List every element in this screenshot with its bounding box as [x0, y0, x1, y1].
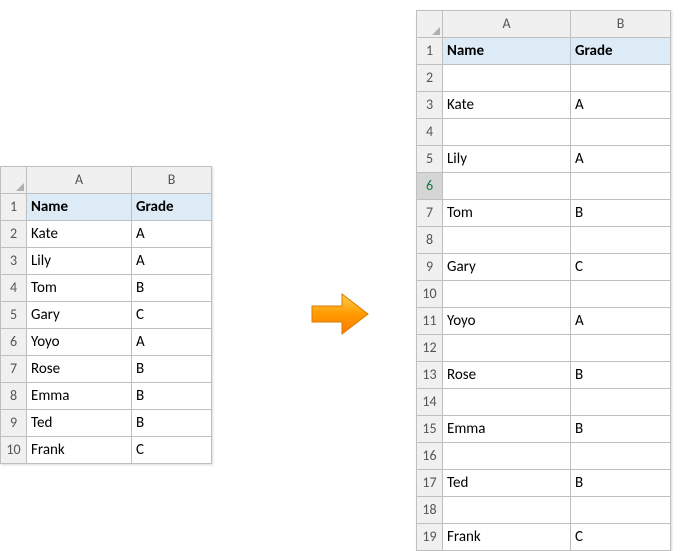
- cell-name[interactable]: Yoyo: [27, 329, 132, 356]
- arrow-right-icon: [310, 292, 370, 336]
- row-header[interactable]: 3: [417, 92, 443, 119]
- cell-grade[interactable]: [571, 173, 671, 200]
- row-header[interactable]: 4: [417, 119, 443, 146]
- cell-name[interactable]: Ted: [27, 410, 132, 437]
- cell-name[interactable]: Kate: [27, 221, 132, 248]
- row-header[interactable]: 6: [417, 173, 443, 200]
- cell-name[interactable]: Rose: [443, 362, 571, 389]
- row-header[interactable]: 10: [417, 281, 443, 308]
- spreadsheet-before: A B 1 Name Grade 2KateA 3LilyA 4TomB 5Ga…: [0, 166, 212, 464]
- cell-grade[interactable]: A: [571, 308, 671, 335]
- row-header[interactable]: 6: [1, 329, 27, 356]
- cell-grade[interactable]: A: [132, 248, 212, 275]
- row-header[interactable]: 15: [417, 416, 443, 443]
- row-header[interactable]: 9: [417, 254, 443, 281]
- row-header[interactable]: 1: [417, 38, 443, 65]
- cell-grade[interactable]: B: [571, 362, 671, 389]
- row-header[interactable]: 5: [417, 146, 443, 173]
- cell-grade[interactable]: C: [132, 302, 212, 329]
- cell-grade[interactable]: [571, 443, 671, 470]
- row-header[interactable]: 12: [417, 335, 443, 362]
- select-all-corner[interactable]: [1, 167, 27, 194]
- cell-name[interactable]: [443, 227, 571, 254]
- header-name[interactable]: Name: [443, 38, 571, 65]
- row-header[interactable]: 17: [417, 470, 443, 497]
- row-header[interactable]: 10: [1, 437, 27, 464]
- row-header[interactable]: 8: [1, 383, 27, 410]
- col-header-b[interactable]: B: [132, 167, 212, 194]
- row-header[interactable]: 4: [1, 275, 27, 302]
- col-header-b[interactable]: B: [571, 11, 671, 38]
- col-header-a[interactable]: A: [443, 11, 571, 38]
- cell-name[interactable]: Emma: [443, 416, 571, 443]
- cell-grade[interactable]: [571, 335, 671, 362]
- cell-name[interactable]: Lily: [27, 248, 132, 275]
- cell-name[interactable]: Tom: [27, 275, 132, 302]
- cell-name[interactable]: Yoyo: [443, 308, 571, 335]
- cell-name[interactable]: [443, 443, 571, 470]
- row-header[interactable]: 11: [417, 308, 443, 335]
- cell-grade[interactable]: A: [571, 146, 671, 173]
- row-header[interactable]: 2: [1, 221, 27, 248]
- cell-name[interactable]: Frank: [443, 524, 571, 551]
- cell-grade[interactable]: C: [132, 437, 212, 464]
- cell-name[interactable]: Lily: [443, 146, 571, 173]
- header-grade[interactable]: Grade: [571, 38, 671, 65]
- cell-grade[interactable]: B: [132, 383, 212, 410]
- cell-grade[interactable]: [571, 281, 671, 308]
- select-all-corner[interactable]: [417, 11, 443, 38]
- row-header[interactable]: 19: [417, 524, 443, 551]
- row-header[interactable]: 13: [417, 362, 443, 389]
- cell-grade[interactable]: B: [571, 416, 671, 443]
- row-header[interactable]: 14: [417, 389, 443, 416]
- cell-grade[interactable]: C: [571, 254, 671, 281]
- row-header[interactable]: 8: [417, 227, 443, 254]
- cell-grade[interactable]: B: [132, 356, 212, 383]
- cell-grade[interactable]: A: [132, 329, 212, 356]
- cell-name[interactable]: Frank: [27, 437, 132, 464]
- cell-name[interactable]: [443, 497, 571, 524]
- cell-name[interactable]: [443, 119, 571, 146]
- cell-name[interactable]: [443, 173, 571, 200]
- cell-name[interactable]: Gary: [27, 302, 132, 329]
- row-header[interactable]: 5: [1, 302, 27, 329]
- cell-name[interactable]: Rose: [27, 356, 132, 383]
- cell-name[interactable]: Ted: [443, 470, 571, 497]
- cell-grade[interactable]: C: [571, 524, 671, 551]
- cell-grade[interactable]: B: [571, 470, 671, 497]
- cell-name[interactable]: Emma: [27, 383, 132, 410]
- header-grade[interactable]: Grade: [132, 194, 212, 221]
- cell-grade[interactable]: A: [571, 92, 671, 119]
- cell-name[interactable]: [443, 335, 571, 362]
- cell-grade[interactable]: [571, 119, 671, 146]
- row-header[interactable]: 7: [417, 200, 443, 227]
- cell-grade[interactable]: B: [132, 275, 212, 302]
- row-header[interactable]: 7: [1, 356, 27, 383]
- cell-name[interactable]: [443, 389, 571, 416]
- cell-grade[interactable]: [571, 389, 671, 416]
- cell-grade[interactable]: [571, 227, 671, 254]
- cell-name[interactable]: Kate: [443, 92, 571, 119]
- col-header-a[interactable]: A: [27, 167, 132, 194]
- header-name[interactable]: Name: [27, 194, 132, 221]
- cell-grade[interactable]: [571, 65, 671, 92]
- spreadsheet-after: A B 1 Name Grade 2 3KateA 4 5LilyA 6 7To…: [416, 10, 671, 551]
- cell-grade[interactable]: A: [132, 221, 212, 248]
- row-header[interactable]: 2: [417, 65, 443, 92]
- row-header[interactable]: 3: [1, 248, 27, 275]
- cell-name[interactable]: [443, 65, 571, 92]
- cell-name[interactable]: Tom: [443, 200, 571, 227]
- row-header[interactable]: 1: [1, 194, 27, 221]
- row-header[interactable]: 18: [417, 497, 443, 524]
- cell-grade[interactable]: [571, 497, 671, 524]
- cell-name[interactable]: Gary: [443, 254, 571, 281]
- cell-grade[interactable]: B: [571, 200, 671, 227]
- cell-grade[interactable]: B: [132, 410, 212, 437]
- cell-name[interactable]: [443, 281, 571, 308]
- row-header[interactable]: 9: [1, 410, 27, 437]
- row-header[interactable]: 16: [417, 443, 443, 470]
